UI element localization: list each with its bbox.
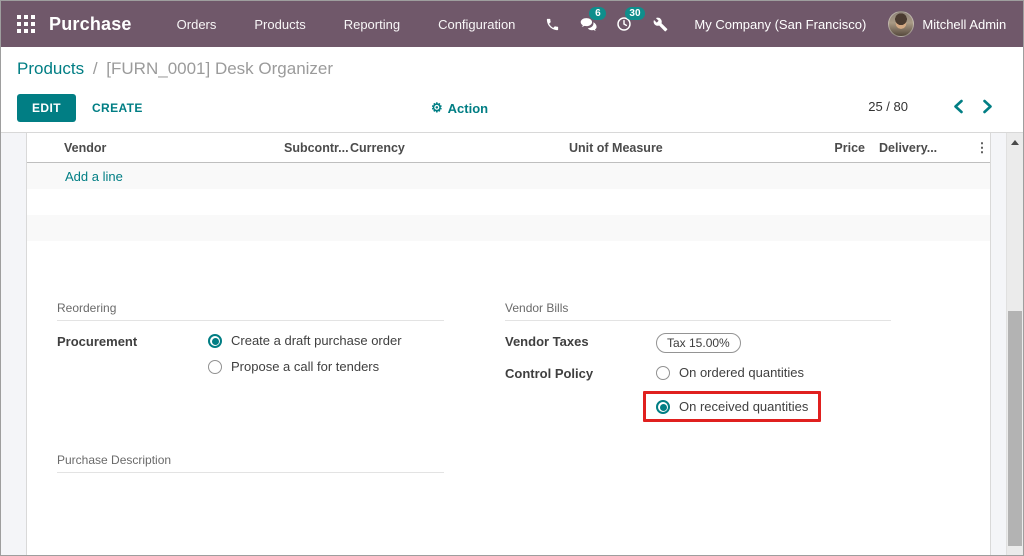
radio-on-received-quantities[interactable]: On received quantities xyxy=(656,399,808,414)
column-unit-of-measure[interactable]: Unit of Measure xyxy=(569,141,815,155)
user-menu[interactable]: Mitchell Admin xyxy=(888,11,1008,37)
phone-icon[interactable] xyxy=(534,1,570,47)
top-navbar: Purchase Orders Products Reporting Confi… xyxy=(1,1,1023,47)
column-options-icon[interactable]: ⋮ xyxy=(974,140,990,156)
form-sheet: Vendor Subcontr... Currency Unit of Meas… xyxy=(26,133,991,555)
procurement-label: Procurement xyxy=(57,334,138,349)
table-row xyxy=(27,189,990,215)
create-button[interactable]: CREATE xyxy=(92,101,143,115)
app-title[interactable]: Purchase xyxy=(49,14,132,35)
purchase-description-section: Purchase Description xyxy=(57,453,444,473)
column-vendor[interactable]: Vendor xyxy=(64,141,284,155)
action-menu-button[interactable]: ⚙ Action xyxy=(431,100,488,116)
column-delivery[interactable]: Delivery... xyxy=(879,141,974,155)
menu-configuration[interactable]: Configuration xyxy=(419,1,534,47)
pager-value: 25 / 80 xyxy=(868,99,908,114)
menu-reporting[interactable]: Reporting xyxy=(325,1,419,47)
control-policy-field-row: Control Policy On ordered quantities On … xyxy=(505,365,891,422)
breadcrumb: Products / [FURN_0001] Desk Organizer xyxy=(17,59,333,79)
app-window: Purchase Orders Products Reporting Confi… xyxy=(0,0,1024,556)
radio-label: Propose a call for tenders xyxy=(231,359,380,374)
vendor-bills-section: Vendor Bills Vendor Taxes Tax 15.00% Con… xyxy=(505,301,891,422)
control-policy-radio-group: On ordered quantities On received quanti… xyxy=(643,365,891,422)
table-row xyxy=(27,215,990,241)
messages-badge: 6 xyxy=(589,7,607,20)
add-a-line-link[interactable]: Add a line xyxy=(65,169,123,184)
activities-clock-icon[interactable]: 30 xyxy=(606,1,645,47)
form-view-content: Vendor Subcontr... Currency Unit of Meas… xyxy=(1,133,1023,555)
vendor-pricelist-table: Vendor Subcontr... Currency Unit of Meas… xyxy=(27,133,990,241)
company-switcher[interactable]: My Company (San Francisco) xyxy=(678,17,888,32)
purchase-description-title: Purchase Description xyxy=(57,453,444,473)
column-price[interactable]: Price xyxy=(815,141,865,155)
procurement-radio-group: Create a draft purchase order Propose a … xyxy=(208,333,444,385)
reordering-title: Reordering xyxy=(57,301,444,321)
scrollbar-up-arrow[interactable] xyxy=(1007,136,1023,148)
vendor-taxes-field-row: Vendor Taxes Tax 15.00% xyxy=(505,333,891,353)
vertical-scrollbar[interactable] xyxy=(1006,133,1023,555)
user-avatar xyxy=(888,11,915,37)
table-row: Add a line xyxy=(27,163,990,189)
apps-grid-icon[interactable] xyxy=(17,15,35,33)
radio-button-icon[interactable] xyxy=(208,333,222,348)
vendor-taxes-label: Vendor Taxes xyxy=(505,334,589,349)
menu-orders[interactable]: Orders xyxy=(158,1,236,47)
procurement-field-row: Procurement Create a draft purchase orde… xyxy=(57,333,444,385)
navbar-right: 6 30 My Company (San Francisco) Mitchell… xyxy=(534,1,1008,47)
gear-icon: ⚙ xyxy=(431,100,443,115)
tools-wrench-icon[interactable] xyxy=(642,1,678,47)
radio-button-icon[interactable] xyxy=(656,399,670,414)
messages-icon[interactable]: 6 xyxy=(570,1,607,47)
control-policy-label: Control Policy xyxy=(505,366,594,381)
radio-label: On ordered quantities xyxy=(679,365,805,380)
column-currency[interactable]: Currency xyxy=(350,141,569,155)
radio-on-ordered-quantities[interactable]: On ordered quantities xyxy=(656,365,891,380)
user-name: Mitchell Admin xyxy=(922,16,1007,32)
main-menu: Orders Products Reporting Configuration xyxy=(158,1,535,47)
control-panel: Products / [FURN_0001] Desk Organizer ED… xyxy=(1,47,1023,133)
radio-label: On received quantities xyxy=(679,399,809,414)
action-label: Action xyxy=(447,100,489,116)
button-row: EDIT CREATE xyxy=(17,94,143,122)
edit-button[interactable]: EDIT xyxy=(17,94,76,122)
table-header: Vendor Subcontr... Currency Unit of Meas… xyxy=(27,133,990,163)
radio-button-icon[interactable] xyxy=(208,359,222,374)
column-subcontracted[interactable]: Subcontr... xyxy=(284,141,350,155)
scrollbar-thumb[interactable] xyxy=(1008,311,1022,546)
radio-create-draft-po[interactable]: Create a draft purchase order xyxy=(208,333,444,348)
radio-propose-call-for-tenders[interactable]: Propose a call for tenders xyxy=(208,359,444,374)
menu-products[interactable]: Products xyxy=(235,1,324,47)
radio-button-icon[interactable] xyxy=(656,365,670,380)
breadcrumb-current: [FURN_0001] Desk Organizer xyxy=(106,59,334,78)
radio-label: Create a draft purchase order xyxy=(231,333,402,348)
vendor-bills-title: Vendor Bills xyxy=(505,301,891,321)
pager-previous-button[interactable] xyxy=(948,97,969,116)
tax-tag[interactable]: Tax 15.00% xyxy=(656,333,741,353)
red-highlight-box: On received quantities xyxy=(643,391,822,422)
pager-next-button[interactable] xyxy=(977,97,998,116)
breadcrumb-separator: / xyxy=(92,59,98,78)
pager: 25 / 80 xyxy=(868,97,998,116)
reordering-section: Reordering Procurement Create a draft pu… xyxy=(57,301,444,385)
breadcrumb-products-link[interactable]: Products xyxy=(17,59,84,78)
